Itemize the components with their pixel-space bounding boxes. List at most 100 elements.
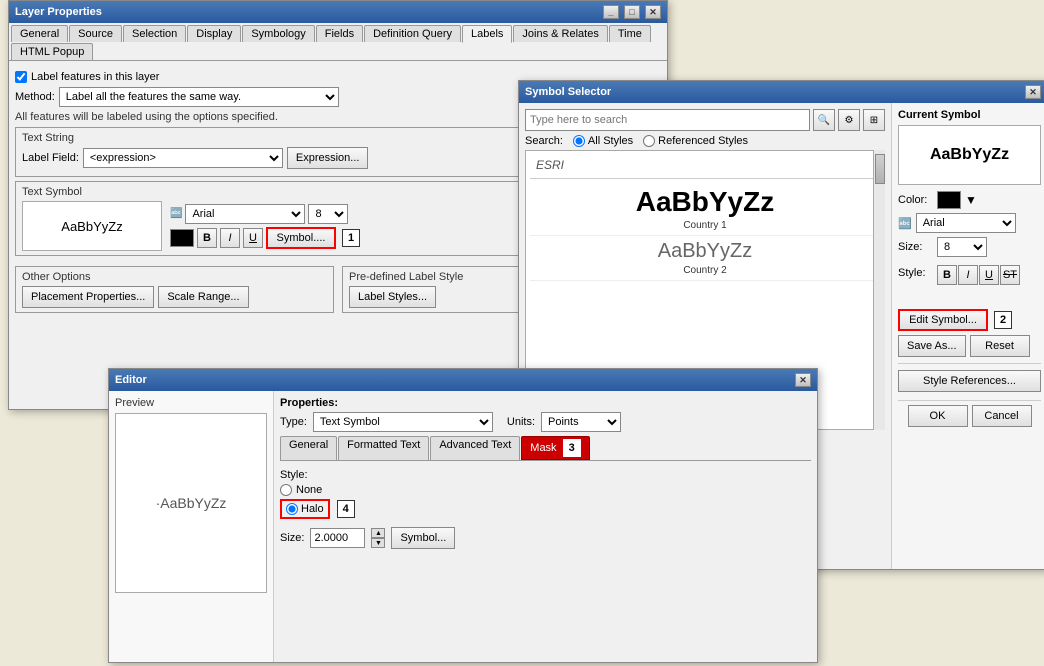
style-references-button[interactable]: Style References... <box>898 370 1041 392</box>
spin-up-button[interactable]: ▲ <box>371 528 385 538</box>
scale-range-button[interactable]: Scale Range... <box>158 286 248 308</box>
esri-label: ESRI <box>530 155 880 175</box>
ss-font-select[interactable]: Arial <box>916 213 1016 233</box>
search-input[interactable] <box>525 109 810 131</box>
editor-preview-text: ·AaBbYyZz <box>156 495 227 511</box>
current-symbol-preview: AaBbYyZz <box>898 125 1041 185</box>
mask-content: Style: None Halo 4 Size: <box>280 465 811 553</box>
minimize-button[interactable]: _ <box>603 5 619 19</box>
label-styles-button[interactable]: Label Styles... <box>349 286 436 308</box>
tab-selection[interactable]: Selection <box>123 25 186 42</box>
view-options-button[interactable]: ⊞ <box>863 109 885 131</box>
expression-button[interactable]: Expression... <box>287 147 369 169</box>
save-reset-row: Save As... Reset <box>898 335 1041 357</box>
placement-properties-button[interactable]: Placement Properties... <box>22 286 154 308</box>
symbol-list-scrollbar[interactable] <box>873 150 885 430</box>
referenced-styles-option[interactable]: Referenced Styles <box>643 135 748 147</box>
none-radio[interactable] <box>280 484 292 496</box>
other-options-section: Other Options Placement Properties... Sc… <box>15 266 334 313</box>
label-field-select[interactable]: <expression> <box>83 148 283 168</box>
tab-source[interactable]: Source <box>69 25 122 42</box>
tab-definition-query[interactable]: Definition Query <box>364 25 461 42</box>
editor-tab-mask[interactable]: Mask 3 <box>521 436 589 460</box>
italic-btn-ss[interactable]: I <box>958 265 978 285</box>
ok-button[interactable]: OK <box>908 405 968 427</box>
style-references-row: Style References... <box>898 370 1041 392</box>
halo-radio[interactable] <box>286 503 298 515</box>
symbol-label-2: Country 2 <box>536 265 874 276</box>
editor-titlebar: Editor ✕ <box>109 369 817 391</box>
step-3-badge: 3 <box>563 439 581 457</box>
symbol-item-1[interactable]: AaBbYyZz Country 1 <box>530 182 880 236</box>
font-name-select[interactable]: Arial <box>185 204 305 224</box>
tab-joins-relates[interactable]: Joins & Relates <box>513 25 607 42</box>
mask-style-label: Style: <box>280 469 811 481</box>
search-button[interactable]: 🔍 <box>813 109 835 131</box>
color-picker[interactable] <box>937 191 961 209</box>
style-buttons-ss: B I U ST <box>937 265 1020 285</box>
italic-button[interactable]: I <box>220 228 240 248</box>
edit-symbol-row: Edit Symbol... 2 <box>898 309 1041 331</box>
ss-close-button[interactable]: ✕ <box>1025 85 1041 99</box>
strikethrough-btn-ss[interactable]: ST <box>1000 265 1020 285</box>
label-features-checkbox[interactable] <box>15 71 27 83</box>
save-as-button[interactable]: Save As... <box>898 335 966 357</box>
tab-display[interactable]: Display <box>187 25 241 42</box>
layer-properties-title: Layer Properties <box>15 6 601 18</box>
spin-down-button[interactable]: ▼ <box>371 538 385 548</box>
tab-labels[interactable]: Labels <box>462 25 512 43</box>
mask-size-row: Size: ▲ ▼ Symbol... <box>280 527 811 549</box>
bold-button[interactable]: B <box>197 228 217 248</box>
color-dropdown-icon[interactable]: ▼ <box>965 193 977 207</box>
editor-tab-advanced-text[interactable]: Advanced Text <box>430 436 520 460</box>
label-features-label: Label features in this layer <box>31 71 159 83</box>
reset-button[interactable]: Reset <box>970 335 1030 357</box>
search-options-button[interactable]: ⚙ <box>838 109 860 131</box>
editor-type-label: Type: <box>280 416 307 428</box>
font-size-select[interactable]: 8 <box>308 204 348 224</box>
editor-preview-area: ·AaBbYyZz <box>115 413 267 593</box>
editor-type-row: Type: Text Symbol Units: Points <box>280 412 811 432</box>
font-color-box[interactable] <box>170 229 194 247</box>
cancel-button[interactable]: Cancel <box>972 405 1032 427</box>
symbol-selector-title: Symbol Selector <box>525 86 1023 98</box>
current-symbol-title: Current Symbol <box>898 109 1041 121</box>
underline-button[interactable]: U <box>243 228 263 248</box>
underline-btn-ss[interactable]: U <box>979 265 999 285</box>
editor-tabbar: General Formatted Text Advanced Text Mas… <box>280 436 811 461</box>
tab-time[interactable]: Time <box>609 25 651 42</box>
editor-units-select[interactable]: Points <box>541 412 621 432</box>
tab-symbology[interactable]: Symbology <box>242 25 314 42</box>
step-2-badge: 2 <box>994 311 1012 329</box>
bold-btn-ss[interactable]: B <box>937 265 957 285</box>
scroll-thumb[interactable] <box>875 154 885 184</box>
editor-tab-formatted-text[interactable]: Formatted Text <box>338 436 429 460</box>
tab-fields[interactable]: Fields <box>316 25 363 42</box>
editor-close-button[interactable]: ✕ <box>795 373 811 387</box>
mask-size-input[interactable] <box>310 528 365 548</box>
tab-html-popup[interactable]: HTML Popup <box>11 43 93 60</box>
maximize-button[interactable]: □ <box>624 5 640 19</box>
edit-symbol-button[interactable]: Edit Symbol... <box>898 309 988 331</box>
size-row: Size: 8 <box>898 237 1041 257</box>
symbol-item-2[interactable]: AaBbYyZz Country 2 <box>530 236 880 281</box>
close-button[interactable]: ✕ <box>645 5 661 19</box>
step-1-badge: 1 <box>342 229 360 247</box>
all-styles-option[interactable]: All Styles <box>573 135 633 147</box>
symbol-selector-titlebar: Symbol Selector ✕ <box>519 81 1044 103</box>
style-row: Style: B I U ST <box>898 261 1041 285</box>
none-option: None <box>280 484 811 496</box>
mask-symbol-button[interactable]: Symbol... <box>391 527 455 549</box>
symbol-preview-2: AaBbYyZz <box>536 240 874 263</box>
method-label: Method: <box>15 91 55 103</box>
editor-type-select[interactable]: Text Symbol <box>313 412 493 432</box>
editor-tab-general[interactable]: General <box>280 436 337 460</box>
ss-size-select[interactable]: 8 <box>937 237 987 257</box>
mask-style-section: Style: None Halo 4 <box>280 469 811 519</box>
tab-general[interactable]: General <box>11 25 68 42</box>
symbol-button-1[interactable]: Symbol.... <box>266 227 336 249</box>
editor-properties-panel: Properties: Type: Text Symbol Units: Poi… <box>274 391 817 662</box>
method-select[interactable]: Label all the features the same way. <box>59 87 339 107</box>
font-row: 🔤 Arial <box>898 213 1041 233</box>
ss-divider <box>898 363 1041 364</box>
